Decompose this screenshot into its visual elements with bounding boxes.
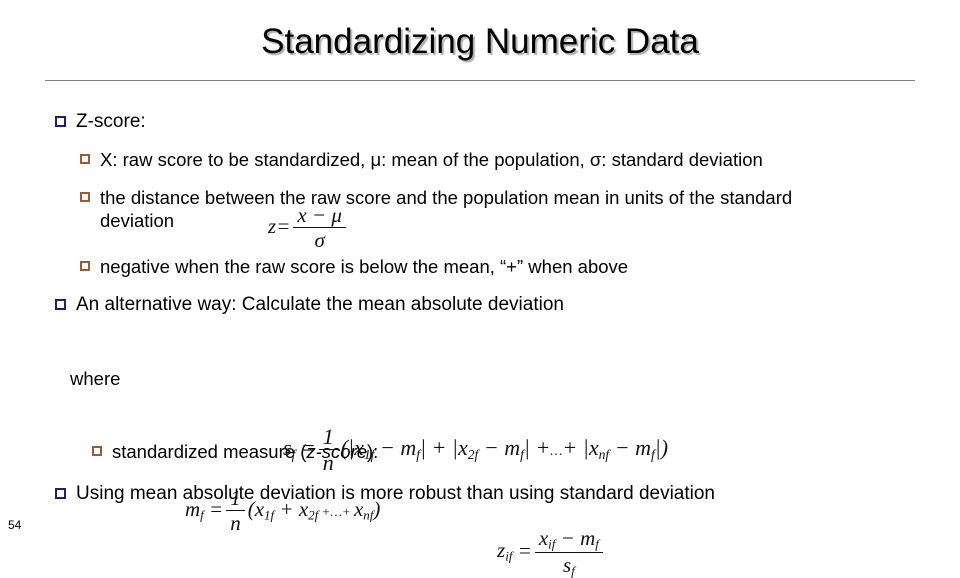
equation-zmad-lhs-subscript: if <box>505 549 513 565</box>
equation-zmad-lhs-symbol: z <box>497 538 506 563</box>
equation-meanf-numerator: 1 <box>226 488 245 511</box>
bullet-square-icon <box>55 299 66 310</box>
bullet-sign-label: negative when the raw score is below the… <box>100 256 629 277</box>
equation-zmad-denominator: sf <box>562 552 575 578</box>
bullet-square-icon <box>92 446 102 456</box>
equation-zscore-mad: zif = xif − mf sf <box>497 528 606 577</box>
equation-meanf-denominator: n <box>230 511 241 535</box>
equation-mad-numerator: 1 <box>318 426 338 450</box>
equation-mad-lhs: sf <box>283 435 296 462</box>
page-title: Standardizing Numeric Data <box>261 22 699 61</box>
bullet-square-icon <box>80 261 90 271</box>
equation-mean-f: mf = 1 n (x1f + x2f +…+ xnf) <box>185 488 380 534</box>
bullet-zscore-label: Z-score: <box>76 111 146 132</box>
bullet-distance-label: the distance between the raw score and t… <box>100 187 793 232</box>
bullet-distance: the distance between the raw score and t… <box>80 186 870 233</box>
equation-mad-lhs-subscript: f <box>291 446 296 462</box>
bullet-alternative-label: An alternative way: Calculate the mean a… <box>76 294 564 315</box>
bullet-robustness-label: Using mean absolute deviation is more ro… <box>76 483 715 504</box>
bullet-square-icon <box>55 116 66 127</box>
equation-zscore-fraction: x − μσ <box>293 205 346 251</box>
equation-zscore-lhs: z <box>268 213 277 238</box>
equation-mad-body: (|x1f − mf| + |x2f − mf| +…+ |xnf − mf|) <box>340 435 669 462</box>
equation-meanf-lhs-symbol: m <box>185 496 201 521</box>
equation-meanf-body: (x1f + x2f +…+ xnf) <box>247 496 381 523</box>
equation-zmad-fraction: xif − mf sf <box>534 528 603 578</box>
equation-zscore-numerator: x − μ <box>293 205 346 228</box>
equation-zmad-lhs: zif <box>497 538 513 565</box>
bullet-definitions: X: raw score to be standardized, μ: mean… <box>80 148 910 171</box>
equation-mean-absolute-deviation: sf = 1 n (|x1f − mf| + |x2f − mf| +…+ |xnf … <box>283 426 668 474</box>
equation-mad-denominator: n <box>322 450 334 475</box>
title-divider <box>45 80 915 81</box>
standardized-measure-prefix: standardized measure ( <box>112 441 307 462</box>
slide-body: Z-score: X: raw score to be standardized… <box>0 100 960 577</box>
equation-mad-lhs-symbol: s <box>283 435 292 461</box>
equation-zscore-equals: = <box>276 213 291 238</box>
equation-zscore: z= x − μσ <box>268 205 349 251</box>
bullet-sign: negative when the raw score is below the… <box>80 255 870 278</box>
bullet-square-icon <box>55 488 66 499</box>
page-number: 54 <box>8 518 22 532</box>
equation-meanf-fraction: 1n <box>226 488 245 534</box>
equation-zscore-denominator: σ <box>314 228 325 252</box>
equation-meanf-equals: = <box>209 496 224 521</box>
equation-meanf-lhs-subscript: f <box>200 507 204 523</box>
equation-meanf-lhs: mf <box>185 497 204 521</box>
bullet-alternative: An alternative way: Calculate the mean a… <box>55 293 845 317</box>
bullet-square-icon <box>80 154 90 164</box>
equation-mad-equals: = <box>300 435 316 461</box>
bullet-zscore: Z-score: <box>55 110 275 134</box>
bullet-square-icon <box>80 192 90 202</box>
equation-zmad-numerator: xif − mf <box>534 528 603 553</box>
where-label: where <box>70 368 121 389</box>
equation-mad-fraction: 1n <box>318 426 338 475</box>
bullet-definitions-label: X: raw score to be standardized, μ: mean… <box>100 149 763 170</box>
bullet-robustness: Using mean absolute deviation is more ro… <box>55 482 895 506</box>
equation-zmad-equals: = <box>517 538 532 563</box>
